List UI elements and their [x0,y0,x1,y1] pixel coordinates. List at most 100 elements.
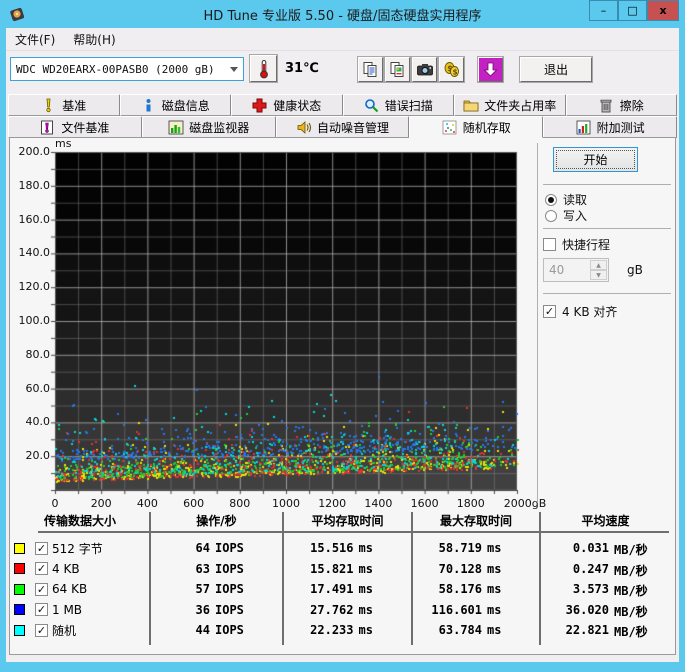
write-radio-row[interactable]: 写入 [545,207,587,224]
spinner-down-icon[interactable]: ▼ [590,270,607,280]
divider [543,293,671,294]
series-checkbox[interactable]: ✓ [35,603,48,617]
tab-label: 擦除 [619,98,644,113]
extra-tests-icon [576,120,592,135]
max-access-time: 70.128 ms [412,562,540,576]
tab-label: 错误扫描 [384,98,433,113]
tab-erase[interactable]: 擦除 [565,94,677,116]
avg-access-time: 27.762 ms [283,603,412,617]
info-icon [141,98,157,113]
short-stroke-spinner[interactable]: 40 ▲ ▼ [543,258,609,282]
tab-row-1: 基准 磁盘信息 健康状态 错误扫描 文件夹占用率 擦除 [8,94,677,116]
temperature-button[interactable] [250,55,277,82]
table-row: ✓ 512 字节 [10,538,150,558]
series-color-swatch [14,604,25,616]
divider [543,228,671,229]
series-color-swatch [14,624,25,636]
column-header: 操作/秒 [196,514,237,528]
tab-folder-usage[interactable]: 文件夹占用率 [454,94,566,116]
menu-item-file[interactable]: 文件(F) [6,29,64,50]
thermometer-icon [259,59,268,78]
write-radio-label: 写入 [563,209,588,223]
header-underline [38,531,669,533]
read-radio[interactable] [545,193,557,206]
tab-random-access[interactable]: 随机存取 [409,116,544,138]
unit: MB/秒 [614,625,648,640]
minimize-button[interactable]: – [589,0,618,21]
tab-benchmark[interactable]: 基准 [8,94,120,116]
start-button[interactable]: 开始 [553,147,638,172]
value: 15.516 [310,541,354,555]
column-header: 传输数据大小 [43,514,116,528]
tab-error-scan[interactable]: 错误扫描 [342,94,454,116]
speaker-icon [296,120,312,135]
table-row: ✓ 1 MB [10,600,150,620]
copy-text-button[interactable] [358,57,383,82]
health-cross-icon [252,98,268,113]
y-tick-label: 140.0 [18,246,51,260]
camera-icon [416,62,434,77]
unit: MB/秒 [614,543,648,557]
scatter-icon [442,120,458,135]
drive-select[interactable]: WDC WD20EARX-00PASB0 (2000 gB) [10,57,244,81]
unit: ms [487,561,502,576]
donate-button[interactable]: $ $ [439,57,464,82]
series-label: 4 KB [52,561,80,576]
max-access-time: 116.601 ms [412,603,540,617]
folder-icon [463,98,479,113]
titlebar: HD Tune 专业版 5.50 - 硬盘/固态硬盘实用程序 – □ x [0,0,685,28]
tab-health[interactable]: 健康状态 [231,94,343,116]
y-tick-label: 80.0 [25,347,51,361]
avg-speed: 0.031 MB/秒 [540,541,671,558]
series-checkbox[interactable]: ✓ [35,623,48,637]
close-button[interactable]: x [647,0,679,21]
screenshot-button[interactable] [412,57,437,82]
maximize-button[interactable]: □ [618,0,647,21]
drive-select-value: WDC WD20EARX-00PASB0 (2000 gB) [16,62,215,76]
y-tick-label: 160.0 [18,212,51,226]
spinner-up-icon[interactable]: ▲ [590,260,607,270]
svg-text:$: $ [453,68,458,77]
unit: IOPS [215,561,244,576]
align-row[interactable]: ✓ 4 KB 对齐 [543,303,617,320]
divider [543,184,671,185]
align-checkbox[interactable]: ✓ [543,305,556,318]
value: 27.762 [310,602,354,617]
series-checkbox[interactable]: ✓ [35,541,48,555]
tab-disk-info[interactable]: 磁盘信息 [119,94,231,116]
unit: IOPS [215,623,244,638]
series-label: 512 字节 [52,541,103,556]
value: 70.128 [438,561,482,576]
tab-file-benchmark[interactable]: 文件基准 [8,116,142,138]
write-radio[interactable] [545,209,557,222]
y-tick-label: 200.0 [18,145,51,158]
bar-chart-icon [168,120,184,135]
series-label: 随机 [52,623,77,638]
value: 63 [195,561,210,576]
download-arrow-icon [482,61,499,78]
tab-row-2: 文件基准 磁盘监视器 自动噪音管理 随机存取 附加测试 [8,116,677,138]
tab-aam[interactable]: 自动噪音管理 [275,116,410,138]
results-table: 传输数据大小 操作/秒 平均存取时间 最大存取时间 平均速度 ✓ 512 字节 64 IOPS 1… [10,510,671,650]
iops-value: 64 IOPS [150,541,283,555]
exit-button[interactable]: 退出 [520,57,592,82]
value: 0.031 [572,541,609,555]
menu-item-help[interactable]: 帮助(H) [64,29,124,50]
value: 44 [195,623,210,638]
unit: MB/秒 [614,563,648,578]
window-controls: – □ x [589,0,679,21]
y-tick-label: 120.0 [18,280,51,294]
copy-image-button[interactable] [385,57,410,82]
tab-disk-monitor[interactable]: 磁盘监视器 [141,116,276,138]
tab-extra-tests[interactable]: 附加测试 [543,116,677,138]
short-stroke-checkbox[interactable] [543,238,556,251]
series-checkbox[interactable]: ✓ [35,562,48,576]
y-tick-label: 180.0 [18,178,51,192]
unit: IOPS [215,582,244,597]
short-stroke-row[interactable]: 快捷行程 [543,236,610,253]
avg-access-time: 17.491 ms [283,582,412,596]
series-checkbox[interactable]: ✓ [35,582,48,596]
update-button[interactable] [478,57,503,82]
read-radio-row[interactable]: 读取 [545,191,587,208]
tab-label: 磁盘监视器 [189,120,250,135]
